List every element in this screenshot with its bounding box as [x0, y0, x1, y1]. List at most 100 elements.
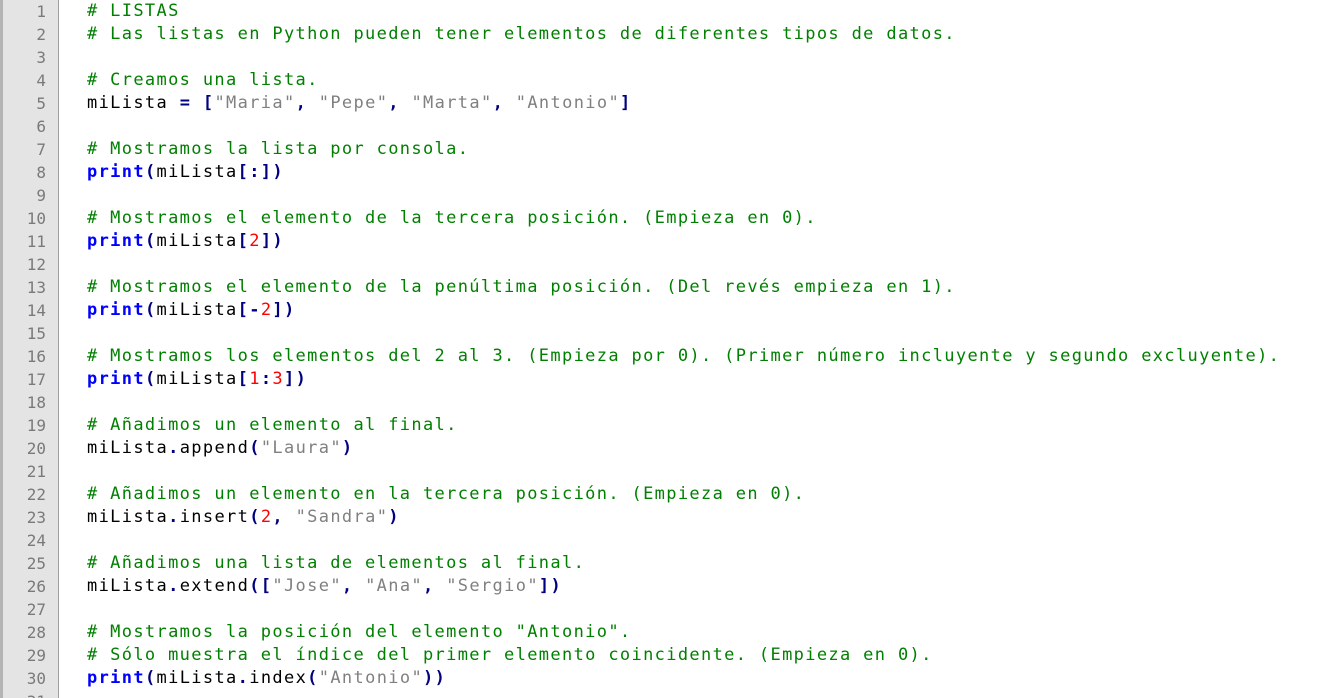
line-number: 2 [36, 25, 46, 44]
line-number: 3 [36, 48, 46, 67]
code-line[interactable]: 28 # Mostramos la posición del elemento "… [0, 621, 1337, 644]
line-number: 27 [26, 600, 46, 619]
token-keyword: print [87, 300, 145, 320]
token-number: 2 [249, 231, 261, 251]
token-string: "Sergio" [446, 576, 539, 596]
token-ident: miLista [156, 231, 238, 251]
token-op: ( [144, 231, 157, 251]
token-op: ([ [249, 576, 273, 596]
token-keyword: print [87, 369, 145, 389]
token-ident [284, 507, 296, 527]
token-op: [ [237, 369, 250, 389]
line-number: 7 [36, 140, 46, 159]
line-code: # Añadimos un elemento en la tercera pos… [87, 484, 805, 505]
code-editor[interactable]: 1 # LISTAS 2 # Las listas en Python pueden … [0, 0, 1337, 698]
token-op: , [492, 93, 505, 113]
token-op: ( [249, 507, 261, 527]
line-code: # LISTAS [87, 1, 180, 22]
line-code: # Sólo muestra el índice del primer elem… [87, 645, 933, 666]
code-line[interactable]: 16 # Mostramos los elementos del 2 al 3. … [0, 345, 1337, 368]
token-string: "Antonio" [318, 668, 424, 688]
token-op: ) [388, 507, 400, 527]
line-number: 11 [26, 232, 46, 251]
code-line[interactable]: 20 miLista.append("Laura") [0, 437, 1337, 460]
line-number: 10 [26, 209, 46, 228]
line-number: 17 [26, 370, 46, 389]
token-string: "Jose" [272, 576, 342, 596]
code-line[interactable]: 5 miLista = ["Maria", "Pepe", "Marta", "A… [0, 92, 1337, 115]
line-number: 29 [26, 646, 46, 665]
line-code: # Añadimos una lista de elementos al fin… [87, 553, 585, 574]
code-line[interactable]: 14 print(miLista[-2]) [0, 299, 1337, 322]
code-line[interactable]: 2 # Las listas en Python pueden tener ele… [0, 23, 1337, 46]
line-code: miLista.extend(["Jose", "Ana", "Sergio"]… [87, 576, 562, 597]
token-ident: miLista [156, 369, 238, 389]
code-line[interactable]: 26 miLista.extend(["Jose", "Ana", "Sergio… [0, 575, 1337, 598]
code-area[interactable]: 1 # LISTAS 2 # Las listas en Python pueden … [0, 0, 1337, 698]
line-number: 25 [26, 554, 46, 573]
token-op: [ [237, 231, 250, 251]
token-string: "Pepe" [318, 93, 389, 113]
code-line[interactable]: 13 # Mostramos el elemento de la penúltim… [0, 276, 1337, 299]
line-code: print(miLista[:]) [87, 162, 284, 183]
token-number: 1 [249, 369, 261, 389]
token-op: ] [620, 93, 632, 113]
line-code: print(miLista[1:3]) [87, 369, 307, 390]
code-line[interactable]: 12 [0, 253, 1337, 276]
code-line[interactable]: 29 # Sólo muestra el índice del primer el… [0, 644, 1337, 667]
token-comment: # Mostramos el elemento de la tercera po… [87, 208, 817, 228]
token-op: . [237, 668, 250, 688]
code-line[interactable]: 31 [0, 690, 1337, 698]
token-comment: # Mostramos la lista por consola. [87, 139, 470, 159]
code-line[interactable]: 24 [0, 529, 1337, 552]
line-code: # Mostramos los elementos del 2 al 3. (E… [87, 346, 1280, 367]
token-op: . [168, 507, 180, 527]
code-line[interactable]: 17 print(miLista[1:3]) [0, 368, 1337, 391]
code-line[interactable]: 30 print(miLista.index("Antonio")) [0, 667, 1337, 690]
token-comment: # Mostramos la posición del elemento "An… [87, 622, 632, 642]
token-comment: # Creamos una lista. [87, 70, 319, 90]
line-number: 9 [36, 186, 46, 205]
token-op: [ [202, 93, 215, 113]
token-op: ]) [272, 300, 296, 320]
token-ident: miLista [156, 300, 238, 320]
token-number: 3 [272, 369, 285, 389]
code-line[interactable]: 25 # Añadimos una lista de elementos al f… [0, 552, 1337, 575]
token-ident: miLista [87, 93, 180, 113]
line-number: 14 [26, 301, 46, 320]
token-op: ]) [284, 369, 308, 389]
line-number: 8 [36, 163, 46, 182]
code-line[interactable]: 15 [0, 322, 1337, 345]
line-number: 23 [26, 508, 46, 527]
token-string: "Ana" [365, 576, 424, 596]
line-number: 4 [36, 71, 46, 90]
token-op: , [388, 93, 400, 113]
line-number: 1 [36, 2, 46, 21]
token-op: ( [144, 369, 157, 389]
code-line[interactable]: 7 # Mostramos la lista por consola. [0, 138, 1337, 161]
code-line[interactable]: 3 [0, 46, 1337, 69]
code-line[interactable]: 6 [0, 115, 1337, 138]
token-ident [435, 576, 447, 596]
code-line[interactable]: 9 [0, 184, 1337, 207]
code-line[interactable]: 11 print(miLista[2]) [0, 230, 1337, 253]
code-line[interactable]: 8 print(miLista[:]) [0, 161, 1337, 184]
token-op: . [168, 576, 180, 596]
line-number: 24 [26, 531, 46, 550]
code-line[interactable]: 22 # Añadimos un elemento en la tercera p… [0, 483, 1337, 506]
token-ident [400, 93, 412, 113]
code-line[interactable]: 21 [0, 460, 1337, 483]
token-op: ( [249, 438, 261, 458]
code-line[interactable]: 18 [0, 391, 1337, 414]
token-keyword: print [87, 162, 145, 182]
code-line[interactable]: 27 [0, 598, 1337, 621]
code-line[interactable]: 4 # Creamos una lista. [0, 69, 1337, 92]
code-line[interactable]: 1 # LISTAS [0, 0, 1337, 23]
token-op: ( [144, 300, 157, 320]
code-line[interactable]: 23 miLista.insert(2, "Sandra") [0, 506, 1337, 529]
line-number: 15 [26, 324, 46, 343]
code-line[interactable]: 10 # Mostramos el elemento de la tercera … [0, 207, 1337, 230]
token-op: : [260, 369, 273, 389]
code-line[interactable]: 19 # Añadimos un elemento al final. [0, 414, 1337, 437]
line-number: 18 [26, 393, 46, 412]
